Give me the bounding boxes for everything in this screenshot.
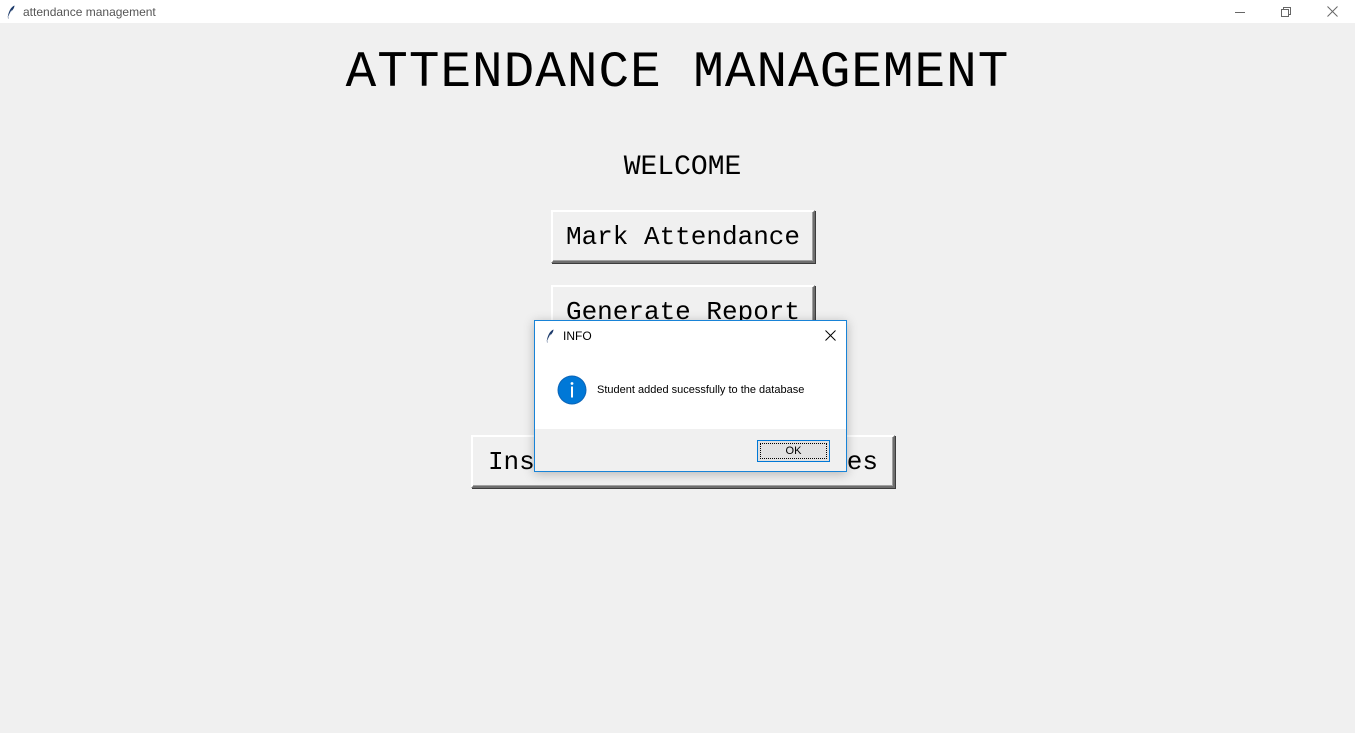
feather-icon <box>544 328 556 344</box>
window-controls <box>1217 0 1355 23</box>
restore-icon <box>1281 6 1291 17</box>
welcome-label: WELCOME <box>623 152 742 183</box>
close-icon <box>824 330 836 341</box>
title-bar: attendance management <box>0 0 1355 23</box>
feather-icon <box>4 4 18 20</box>
info-icon <box>557 375 587 405</box>
ok-button-label: OK <box>785 445 802 457</box>
page-title: ATTENDANCE MANAGEMENT <box>345 45 1010 102</box>
window-title: attendance management <box>23 4 156 19</box>
restore-button[interactable] <box>1263 0 1309 23</box>
mark-attendance-button[interactable]: Mark Attendance <box>551 210 815 263</box>
dialog-message: Student added sucessfully to the databas… <box>597 384 805 396</box>
minimize-button[interactable] <box>1217 0 1263 23</box>
dialog-footer: OK <box>535 429 846 471</box>
dialog-close-button[interactable] <box>814 321 846 350</box>
close-icon <box>1326 6 1338 17</box>
info-dialog: INFO Student added sucessfully to the da… <box>534 320 847 472</box>
dialog-title: INFO <box>563 328 592 343</box>
main-window: attendance management ATTENDANCE MANAGEM… <box>0 0 1355 733</box>
dialog-body: Student added sucessfully to the databas… <box>535 350 846 429</box>
ok-button[interactable]: OK <box>757 440 830 462</box>
close-button[interactable] <box>1309 0 1355 23</box>
dialog-title-bar: INFO <box>535 321 846 350</box>
minimize-icon <box>1235 11 1245 13</box>
